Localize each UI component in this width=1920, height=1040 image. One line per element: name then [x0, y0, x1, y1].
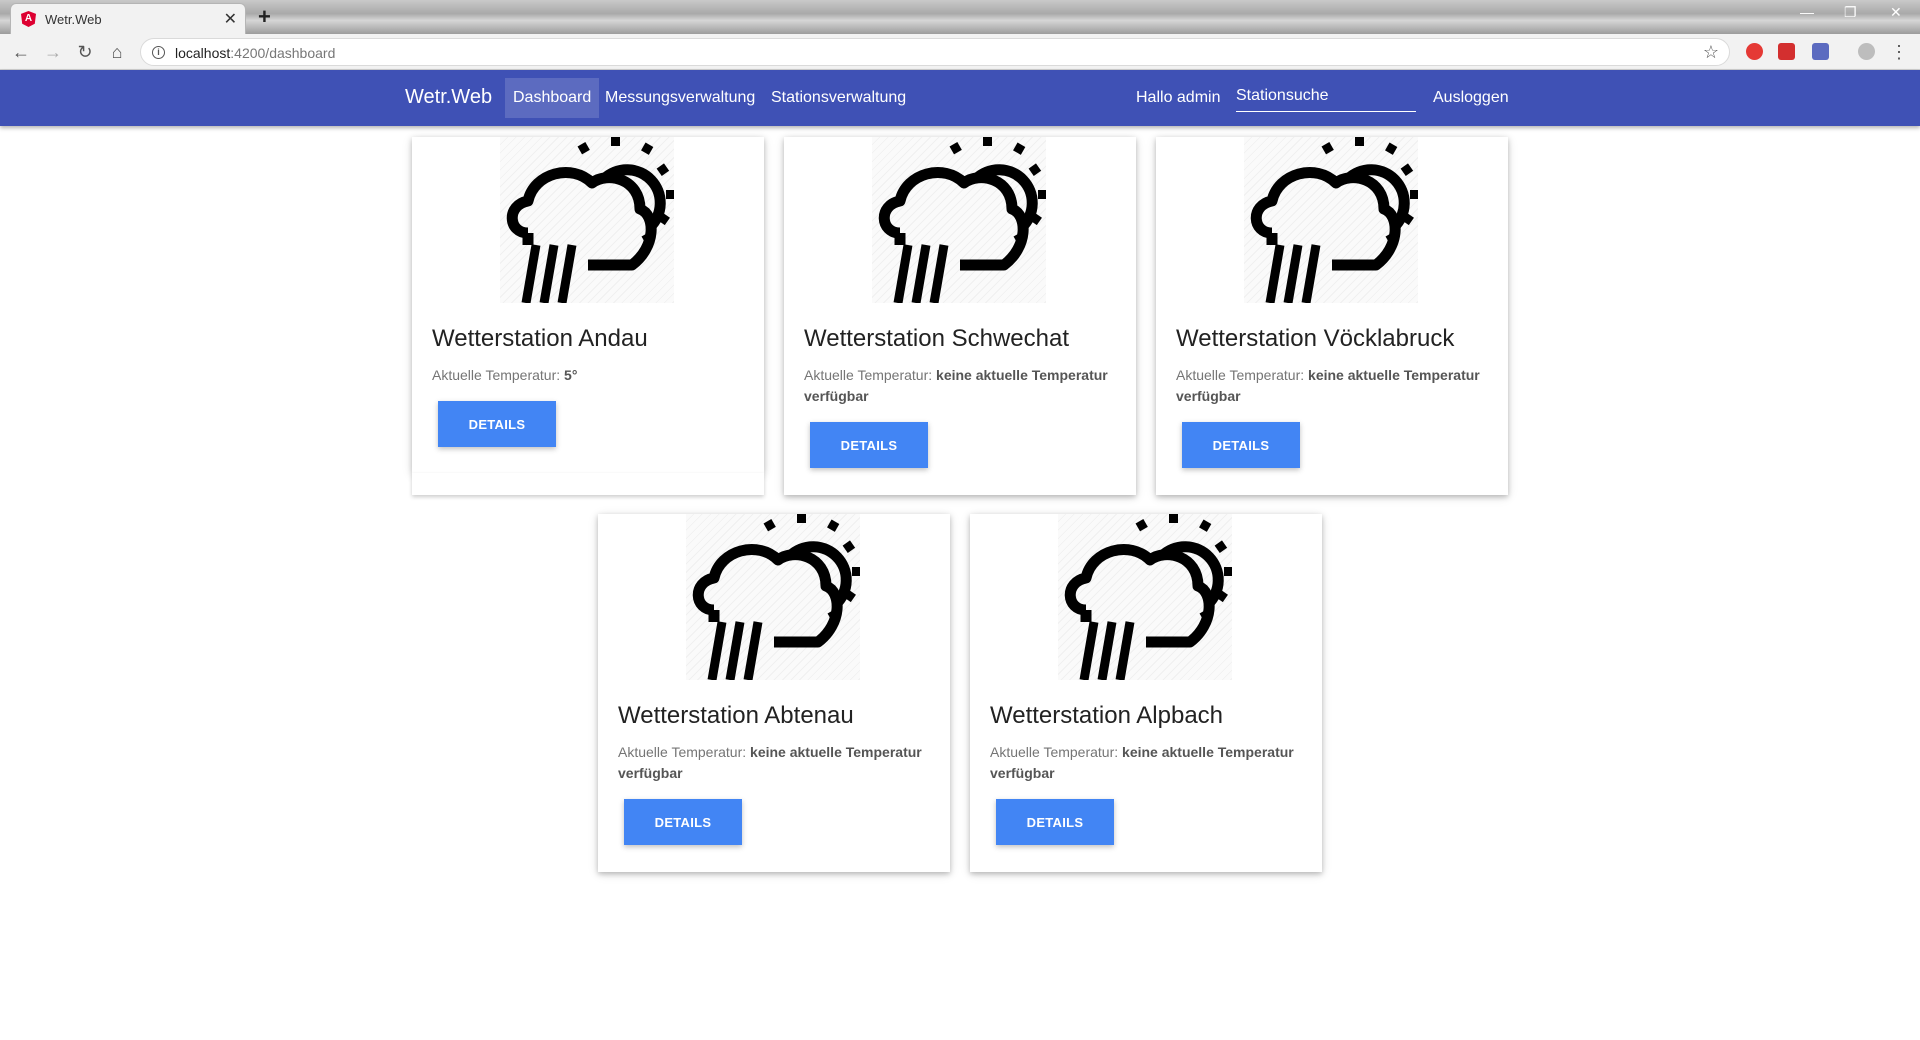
- station-card: Wetterstation Alpbach Aktuelle Temperatu…: [970, 514, 1322, 872]
- station-card: Wetterstation Andau Aktuelle Temperatur:…: [412, 137, 764, 473]
- nav-dashboard[interactable]: Dashboard: [505, 78, 600, 118]
- station-temperature: Aktuelle Temperatur: keine aktuelle Temp…: [1176, 365, 1492, 407]
- station-title: Wetterstation Abtenau: [618, 702, 854, 729]
- card-footer-strip: [412, 473, 764, 495]
- info-icon[interactable]: i: [152, 46, 165, 59]
- profile-icon[interactable]: [1858, 43, 1875, 60]
- new-tab-icon[interactable]: +: [258, 4, 271, 30]
- station-temperature: Aktuelle Temperatur: 5°: [432, 365, 748, 386]
- details-button[interactable]: Details: [1182, 422, 1300, 468]
- station-card: Wetterstation Abtenau Aktuelle Temperatu…: [598, 514, 950, 872]
- logout-link[interactable]: Ausloggen: [1433, 89, 1509, 107]
- back-icon[interactable]: ←: [10, 41, 32, 63]
- temperature-label: Aktuelle Temperatur:: [618, 744, 747, 760]
- details-button[interactable]: Details: [996, 799, 1114, 845]
- rain-sun-cloud-icon: [872, 137, 1046, 303]
- home-icon[interactable]: ⌂: [106, 41, 128, 63]
- temperature-label: Aktuelle Temperatur:: [1176, 367, 1305, 383]
- opera-extension-icon[interactable]: [1746, 43, 1763, 60]
- details-button[interactable]: Details: [438, 401, 556, 447]
- browser-tab[interactable]: A Wetr.Web ✕: [10, 3, 246, 34]
- rain-sun-cloud-icon: [686, 514, 860, 680]
- details-button[interactable]: Details: [624, 799, 742, 845]
- nav-messungsverwaltung[interactable]: Messungsverwaltung: [605, 89, 755, 107]
- rain-sun-cloud-icon: [1058, 514, 1232, 680]
- details-button[interactable]: Details: [810, 422, 928, 468]
- translate-extension-icon[interactable]: [1812, 43, 1829, 60]
- bookmark-star-icon[interactable]: ☆: [1703, 42, 1719, 63]
- menu-icon[interactable]: ⋮: [1888, 41, 1910, 63]
- url-host: localhost: [175, 45, 231, 61]
- nav-stationsverwaltung[interactable]: Stationsverwaltung: [771, 89, 906, 107]
- forward-icon[interactable]: →: [42, 41, 64, 63]
- reload-icon[interactable]: ↻: [74, 41, 96, 63]
- password-extension-icon[interactable]: [1778, 43, 1795, 60]
- app-navbar: Wetr.Web Dashboard Messungsverwaltung St…: [0, 70, 1920, 126]
- temperature-label: Aktuelle Temperatur:: [990, 744, 1119, 760]
- station-title: Wetterstation Schwechat: [804, 325, 1070, 352]
- station-temperature: Aktuelle Temperatur: keine aktuelle Temp…: [804, 365, 1120, 407]
- temperature-value: 5°: [564, 367, 578, 383]
- station-search-field[interactable]: [1236, 82, 1416, 112]
- user-greeting: Hallo admin: [1136, 89, 1221, 106]
- browser-tabstrip: A Wetr.Web ✕ + — ❐ ✕: [0, 0, 1920, 34]
- window-close-icon[interactable]: ✕: [1890, 4, 1902, 21]
- station-temperature: Aktuelle Temperatur: keine aktuelle Temp…: [618, 742, 934, 784]
- station-search-input[interactable]: [1236, 82, 1416, 110]
- rain-sun-cloud-icon: [500, 137, 674, 303]
- brand-logo[interactable]: Wetr.Web: [405, 86, 492, 109]
- address-bar[interactable]: i localhost:4200/dashboard ☆: [140, 38, 1730, 66]
- url-path: :4200/dashboard: [230, 45, 336, 61]
- station-title: Wetterstation Andau: [432, 325, 648, 352]
- tab-title: Wetr.Web: [45, 12, 102, 27]
- station-card: Wetterstation Schwechat Aktuelle Tempera…: [784, 137, 1136, 495]
- rain-sun-cloud-icon: [1244, 137, 1418, 303]
- minimize-icon[interactable]: —: [1800, 4, 1814, 20]
- temperature-label: Aktuelle Temperatur:: [804, 367, 933, 383]
- close-icon[interactable]: ✕: [224, 9, 237, 29]
- restore-icon[interactable]: ❐: [1844, 4, 1857, 21]
- url-text: localhost:4200/dashboard: [175, 45, 335, 61]
- angular-icon: A: [21, 11, 36, 27]
- browser-toolbar: ← → ↻ ⌂ i localhost:4200/dashboard ☆ ⋮: [0, 34, 1920, 70]
- station-title: Wetterstation Vöcklabruck: [1176, 325, 1455, 352]
- station-card: Wetterstation Vöcklabruck Aktuelle Tempe…: [1156, 137, 1508, 495]
- station-title: Wetterstation Alpbach: [990, 702, 1224, 729]
- station-temperature: Aktuelle Temperatur: keine aktuelle Temp…: [990, 742, 1306, 784]
- temperature-label: Aktuelle Temperatur:: [432, 367, 561, 383]
